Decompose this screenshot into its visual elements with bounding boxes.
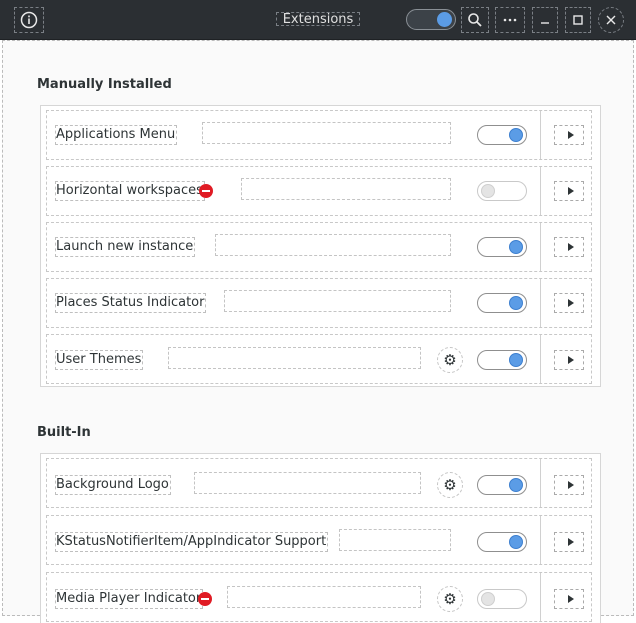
gear-icon: ⚙	[443, 476, 457, 494]
header-bar: Extensions	[0, 0, 636, 40]
maximize-icon	[573, 15, 583, 25]
extension-name: Horizontal workspaces	[55, 181, 205, 201]
chevron-right-icon	[568, 299, 574, 307]
search-button[interactable]	[461, 7, 489, 33]
about-button[interactable]	[14, 7, 44, 33]
extension-name: User Themes	[55, 350, 144, 370]
extension-switch[interactable]	[477, 475, 527, 495]
switch-knob	[509, 353, 523, 367]
switch-knob	[481, 184, 495, 198]
row-divider	[540, 516, 541, 564]
switch-knob	[509, 535, 523, 549]
row-spacer	[215, 234, 451, 256]
switch-knob	[509, 296, 523, 310]
error-icon	[198, 592, 212, 606]
extension-name: Applications Menu	[55, 125, 178, 145]
chevron-right-icon	[568, 356, 574, 364]
row-divider	[540, 279, 541, 327]
row-spacer	[339, 529, 451, 551]
switch-knob	[509, 128, 523, 142]
close-icon	[606, 15, 616, 25]
extension-switch[interactable]	[477, 181, 527, 201]
global-extensions-switch[interactable]	[406, 9, 456, 30]
extension-row-applications-menu: Applications Menu	[46, 110, 592, 160]
extension-switch[interactable]	[477, 293, 527, 313]
row-divider	[540, 335, 541, 383]
maximize-button[interactable]	[565, 7, 591, 33]
error-icon	[199, 184, 213, 198]
expand-row-button[interactable]	[554, 125, 584, 145]
extension-row-background-logo: Background Logo ⚙	[46, 458, 592, 508]
row-spacer	[241, 178, 451, 200]
extension-name: Background Logo	[55, 475, 171, 495]
manually-installed-list: Applications Menu Horizontal workspaces …	[40, 105, 601, 387]
expand-row-button[interactable]	[554, 181, 584, 201]
info-icon	[20, 11, 38, 29]
expand-row-button[interactable]	[554, 589, 584, 609]
chevron-right-icon	[568, 131, 574, 139]
extension-switch[interactable]	[477, 532, 527, 552]
switch-knob	[437, 12, 452, 27]
ellipsis-icon	[503, 18, 517, 22]
row-divider	[540, 167, 541, 215]
extension-row-places-status-indicator: Places Status Indicator	[46, 278, 592, 328]
row-spacer	[227, 586, 421, 608]
extension-switch[interactable]	[477, 350, 527, 370]
extension-row-horizontal-workspaces: Horizontal workspaces	[46, 166, 592, 216]
extension-settings-button[interactable]: ⚙	[437, 586, 463, 612]
expand-row-button[interactable]	[554, 237, 584, 257]
row-divider	[540, 223, 541, 271]
gear-icon: ⚙	[443, 351, 457, 369]
expand-row-button[interactable]	[554, 532, 584, 552]
chevron-right-icon	[568, 538, 574, 546]
expand-row-button[interactable]	[554, 475, 584, 495]
built-in-list: Background Logo ⚙ KStatusNotifierItem/Ap…	[40, 453, 601, 623]
gear-icon: ⚙	[443, 590, 457, 608]
minimize-icon	[541, 22, 549, 24]
minimize-button[interactable]	[532, 7, 558, 33]
extension-switch[interactable]	[477, 589, 527, 609]
expand-row-button[interactable]	[554, 350, 584, 370]
section-title-built-in: Built-In	[37, 425, 91, 440]
extension-name: Launch new instance	[55, 237, 196, 257]
row-spacer	[202, 122, 451, 144]
extension-name: Places Status Indicator	[55, 293, 207, 313]
extension-row-media-player-indicator: Media Player Indicator ⚙	[46, 572, 592, 622]
row-divider	[540, 459, 541, 507]
close-button[interactable]	[598, 7, 624, 33]
switch-knob	[481, 592, 495, 606]
extensions-page: Manually Installed Applications Menu Hor…	[2, 40, 634, 623]
extension-settings-button[interactable]: ⚙	[437, 347, 463, 373]
extension-name: KStatusNotifierItem/AppIndicator Support	[55, 532, 329, 552]
section-title-manually-installed: Manually Installed	[37, 77, 172, 92]
row-spacer	[194, 472, 421, 494]
row-spacer	[168, 347, 421, 369]
switch-knob	[509, 478, 523, 492]
extension-row-kstatusnotifieritem: KStatusNotifierItem/AppIndicator Support	[46, 515, 592, 565]
chevron-right-icon	[568, 243, 574, 251]
extension-settings-button[interactable]: ⚙	[437, 472, 463, 498]
expand-row-button[interactable]	[554, 293, 584, 313]
chevron-right-icon	[568, 481, 574, 489]
extension-name: Media Player Indicator	[55, 589, 204, 609]
chevron-right-icon	[568, 187, 574, 195]
row-spacer	[224, 290, 451, 312]
switch-knob	[509, 240, 523, 254]
extension-row-launch-new-instance: Launch new instance	[46, 222, 592, 272]
window-title: Extensions	[276, 12, 360, 27]
search-icon	[468, 13, 482, 27]
extension-switch[interactable]	[477, 125, 527, 145]
main-menu-button[interactable]	[495, 7, 525, 33]
row-divider	[540, 573, 541, 621]
row-divider	[540, 111, 541, 159]
chevron-right-icon	[568, 595, 574, 603]
extension-row-user-themes: User Themes ⚙	[46, 334, 592, 384]
extension-switch[interactable]	[477, 237, 527, 257]
